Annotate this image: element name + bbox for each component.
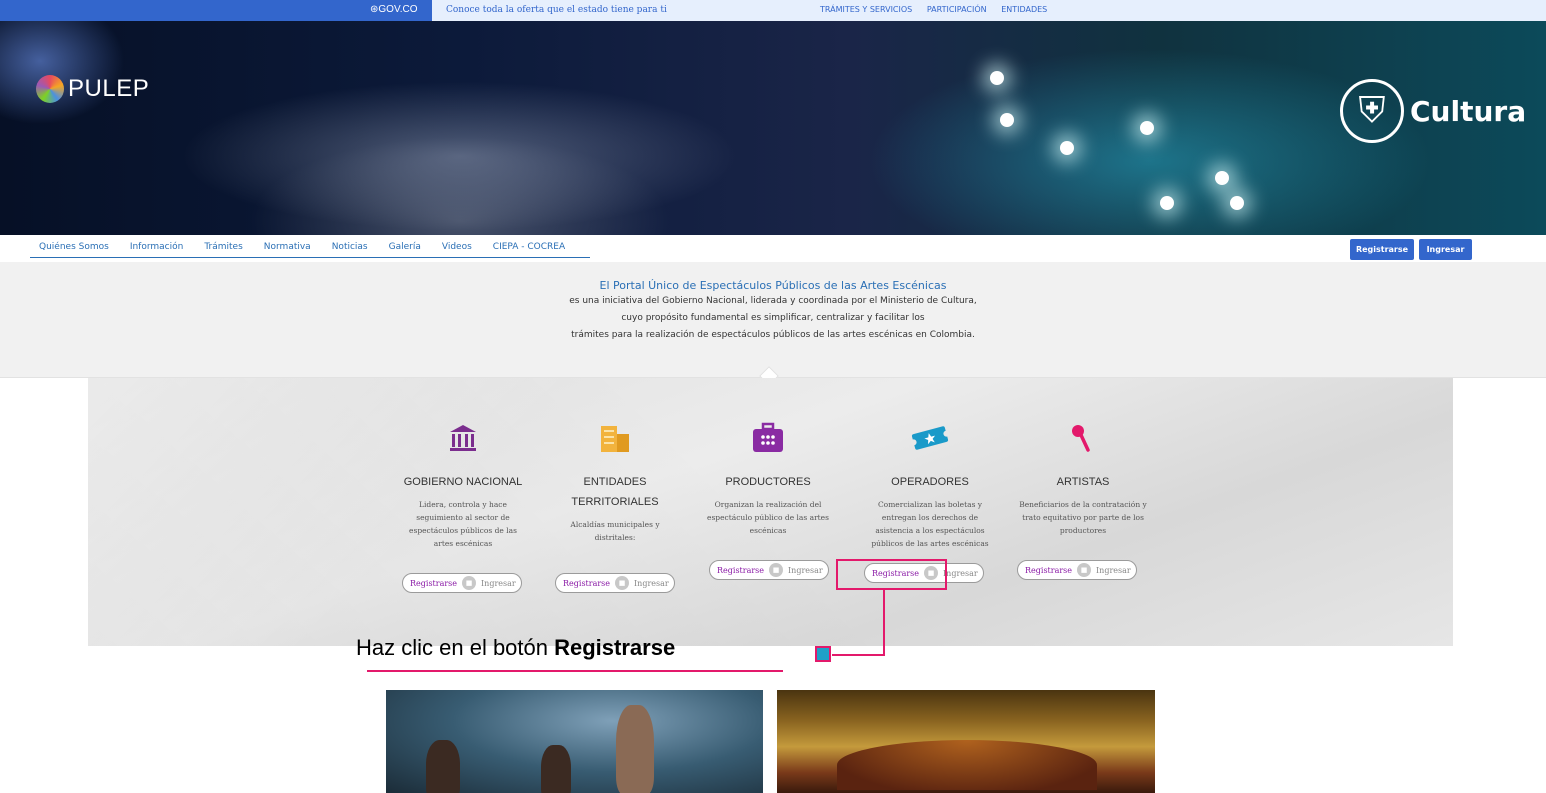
register-link[interactable]: Registrarse xyxy=(1018,566,1072,575)
role-description: Alcaldías municipales y distritales: xyxy=(570,520,660,542)
intro-line: es una iniciativa del Gobierno Nacional,… xyxy=(569,296,977,306)
stage-light xyxy=(990,71,1004,85)
login-link[interactable]: Ingresar xyxy=(943,569,978,578)
login-link[interactable]: Ingresar xyxy=(634,579,669,588)
role-description: Organizan la realización del espectáculo… xyxy=(707,500,829,535)
role-description: Comercializan las boletas y entregan los… xyxy=(871,500,989,548)
stage-light xyxy=(1000,113,1014,127)
gov-link-entidades[interactable]: ENTIDADES xyxy=(1001,5,1047,14)
callout-line xyxy=(883,590,885,656)
instruction-bold: Registrarse xyxy=(554,635,676,660)
role-card-operadores: OPERADORES Comercializan las boletas y e… xyxy=(860,378,1000,550)
role-name: ARTISTAS xyxy=(1056,476,1110,488)
role-actions-entidades-territoriales: Registrarse ■ Ingresar xyxy=(555,573,675,593)
login-link[interactable]: Ingresar xyxy=(1096,566,1131,575)
header-register-button[interactable]: Registrarse xyxy=(1350,239,1414,260)
callout-marker xyxy=(815,646,831,662)
lock-icon: ■ xyxy=(1077,563,1092,577)
stage-light xyxy=(1215,171,1229,185)
theater-hall xyxy=(837,740,1097,790)
roles-section: GOBIERNO NACIONAL Lidera, controla y hac… xyxy=(88,378,1453,646)
nav-videos[interactable]: Videos xyxy=(442,238,472,257)
lock-icon: ■ xyxy=(462,576,477,590)
orchestra-image xyxy=(180,81,740,231)
nav-galeria[interactable]: Galería xyxy=(389,238,421,257)
nav-tramites[interactable]: Trámites xyxy=(204,238,242,257)
govco-brand-text: GOV.CO xyxy=(378,4,418,15)
nav-ciepa-cocrea[interactable]: CIEPA - COCREA xyxy=(493,238,565,257)
role-name: ENTIDADES TERRITORIALES xyxy=(571,476,659,508)
briefcase-icon xyxy=(748,420,788,456)
role-actions-productores: Registrarse ■ Ingresar xyxy=(709,560,829,580)
role-description: Lidera, controla y hace seguimiento al s… xyxy=(409,500,517,548)
role-card-productores: PRODUCTORES Organizan la realización del… xyxy=(698,378,838,537)
main-nav: Quiénes Somos Información Trámites Norma… xyxy=(30,238,590,258)
role-card-artistas: ARTISTAS Beneficiarios de la contratació… xyxy=(1013,378,1153,537)
register-link[interactable]: Registrarse xyxy=(556,579,610,588)
dancer-figure xyxy=(541,745,571,793)
role-name: OPERADORES xyxy=(891,476,969,488)
intro-section: El Portal Único de Espectáculos Públicos… xyxy=(0,262,1546,378)
header-login-button[interactable]: Ingresar xyxy=(1419,239,1472,260)
buildings-icon xyxy=(595,420,635,456)
callout-line xyxy=(832,654,885,656)
instruction-underline xyxy=(367,670,783,672)
login-link[interactable]: Ingresar xyxy=(788,566,823,575)
instruction-prefix: Haz clic en el botón xyxy=(356,635,555,660)
nav-noticias[interactable]: Noticias xyxy=(332,238,368,257)
lock-icon: ■ xyxy=(615,576,630,590)
login-link[interactable]: Ingresar xyxy=(481,579,516,588)
role-actions-gobierno-nacional: Registrarse ■ Ingresar xyxy=(402,573,522,593)
gov-link-tramites[interactable]: TRÁMITES Y SERVICIOS xyxy=(820,5,912,14)
stage-light xyxy=(1140,121,1154,135)
role-name: GOBIERNO NACIONAL xyxy=(403,476,523,488)
pulep-logo-text: PULEP xyxy=(68,75,150,102)
role-name: PRODUCTORES xyxy=(725,476,811,488)
highlight-box xyxy=(836,559,947,590)
coat-of-arms-icon: ⛨ xyxy=(1340,79,1404,143)
stage-light xyxy=(1230,196,1244,210)
instruction-text: Haz clic en el botón Registrarse xyxy=(356,635,675,661)
microphone-icon xyxy=(1063,420,1103,456)
nav-normativa[interactable]: Normativa xyxy=(264,238,311,257)
nav-informacion[interactable]: Información xyxy=(130,238,184,257)
nav-quienes-somos[interactable]: Quiénes Somos xyxy=(39,238,109,257)
mincultura-logo[interactable]: ⛨ Cultura xyxy=(1340,79,1526,143)
pulep-logo-icon xyxy=(36,75,64,103)
role-description: Beneficiarios de la contratación y trato… xyxy=(1019,500,1147,535)
intro-line: trámites para la realización de espectác… xyxy=(571,330,975,340)
dancers-photo[interactable] xyxy=(386,690,763,793)
lock-icon: ■ xyxy=(769,563,784,577)
gov-slogan: Conoce toda la oferta que el estado tien… xyxy=(432,0,802,21)
register-link[interactable]: Registrarse xyxy=(403,579,457,588)
intro-title: El Portal Único de Espectáculos Públicos… xyxy=(599,279,947,292)
stage-light xyxy=(1060,141,1074,155)
register-link[interactable]: Registrarse xyxy=(710,566,764,575)
dancer-figure xyxy=(426,740,460,793)
stage-light xyxy=(1160,196,1174,210)
hero-banner: PULEP ⛨ Cultura xyxy=(0,21,1546,235)
gov-links: TRÁMITES Y SERVICIOS PARTICIPACIÓN ENTID… xyxy=(820,5,1059,14)
building-icon xyxy=(443,420,483,456)
role-actions-artistas: Registrarse ■ Ingresar xyxy=(1017,560,1137,580)
ticket-icon xyxy=(910,420,950,456)
gov-link-participacion[interactable]: PARTICIPACIÓN xyxy=(927,5,987,14)
gov-bar: ⊛GOV.CO Conoce toda la oferta que el est… xyxy=(0,0,1546,21)
mincultura-logo-text: Cultura xyxy=(1410,94,1527,128)
intro-line: cuyo propósito fundamental es simplifica… xyxy=(621,313,925,323)
dancer-figure xyxy=(616,705,654,793)
role-card-entidades-territoriales: ENTIDADES TERRITORIALES Alcaldías munici… xyxy=(545,378,685,544)
theater-photo[interactable] xyxy=(777,690,1155,793)
pulep-logo[interactable]: PULEP xyxy=(36,75,149,103)
role-card-gobierno-nacional: GOBIERNO NACIONAL Lidera, controla y hac… xyxy=(393,378,533,550)
govco-logo[interactable]: ⊛GOV.CO xyxy=(370,4,417,15)
